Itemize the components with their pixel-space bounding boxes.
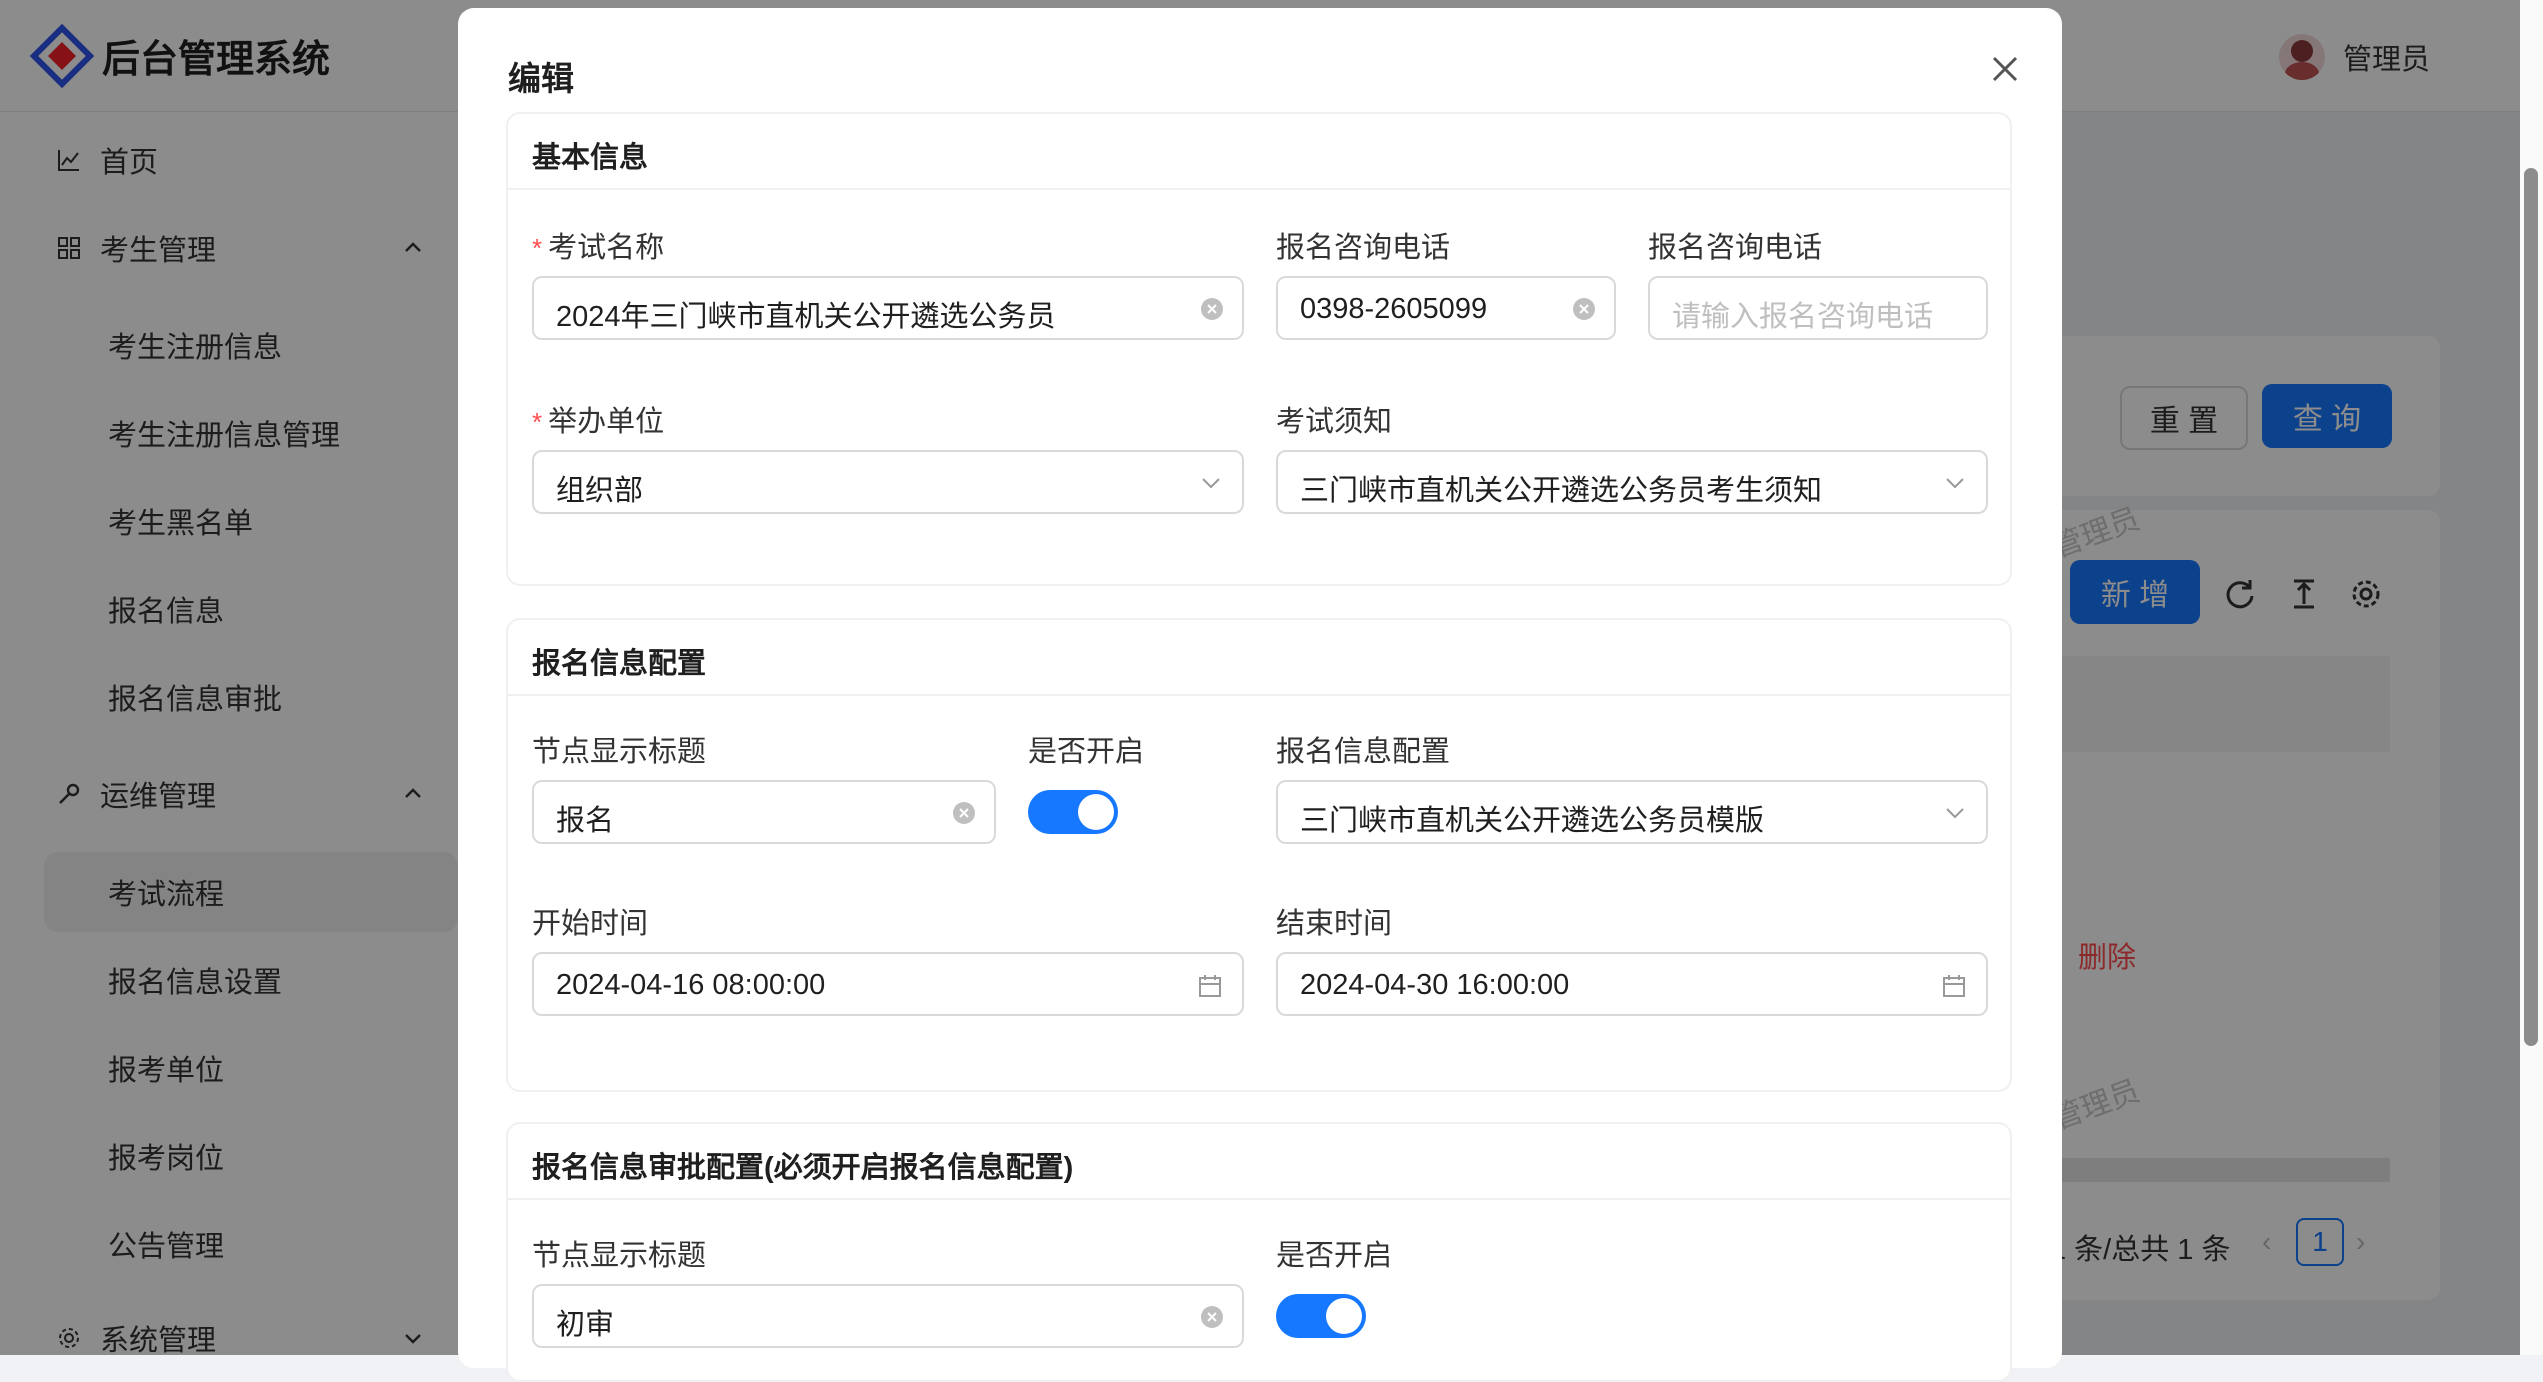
approval-enabled-label: 是否开启 — [1276, 1240, 1393, 1272]
notice-label: 考试须知 — [1276, 406, 1393, 438]
end-time-value: 2024-04-30 16:00:00 — [1300, 969, 1570, 1001]
notice-value: 三门峡市直机关公开遴选公务员考生须知 — [1300, 475, 1823, 507]
chevron-down-icon — [1946, 478, 1964, 489]
start-time-value: 2024-04-16 08:00:00 — [556, 969, 826, 1001]
end-time-picker[interactable]: 2024-04-30 16:00:00 — [1276, 952, 1988, 1016]
section-title-text: 报名信息配置 — [532, 648, 707, 680]
chevron-down-icon — [1946, 808, 1964, 819]
phone2-label: 报名咨询电话 — [1648, 232, 1823, 264]
chevron-down-icon — [1202, 478, 1220, 489]
approval-node-title-input[interactable]: 初审 — [532, 1284, 1244, 1348]
signup-enabled-switch[interactable] — [1028, 790, 1118, 834]
switch-knob — [1326, 1298, 1362, 1334]
approval-node-title-value: 初审 — [556, 1309, 615, 1341]
exam-name-input[interactable]: 2024年三门峡市直机关公开遴选公务员 — [532, 276, 1244, 340]
signup-enabled-label: 是否开启 — [1028, 736, 1145, 768]
clear-icon[interactable] — [1200, 1305, 1224, 1329]
org-select[interactable]: 组织部 — [532, 450, 1244, 514]
section-approval-config: 报名信息审批配置(必须开启报名信息配置) 节点显示标题 初审 是否开启 — [506, 1122, 2012, 1382]
exam-name-label: * 考试名称 — [532, 232, 665, 264]
section-title: 报名信息配置 — [508, 620, 2010, 696]
close-icon[interactable] — [1986, 50, 2024, 88]
edit-modal: 编辑 基本信息 * 考试名称 2024年三门峡市直机关公开遴选公务员 报名咨询电话… — [458, 8, 2062, 1382]
section-basic-info: 基本信息 * 考试名称 2024年三门峡市直机关公开遴选公务员 报名咨询电话 03… — [506, 112, 2012, 586]
clear-icon[interactable] — [1200, 297, 1224, 321]
notice-select[interactable]: 三门峡市直机关公开遴选公务员考生须知 — [1276, 450, 1988, 514]
start-time-picker[interactable]: 2024-04-16 08:00:00 — [532, 952, 1244, 1016]
section-signup-config: 报名信息配置 节点显示标题 报名 是否开启 报名信息配置 三门峡市直机关公开遴选… — [506, 618, 2012, 1092]
clear-icon[interactable] — [952, 801, 976, 825]
section-title-text: 报名信息审批配置(必须开启报名信息配置) — [532, 1152, 1074, 1184]
signup-config-value: 三门峡市直机关公开遴选公务员模版 — [1300, 805, 1765, 837]
approval-enabled-switch[interactable] — [1276, 1294, 1366, 1338]
section-title-text: 基本信息 — [532, 142, 649, 174]
end-time-label: 结束时间 — [1276, 908, 1393, 940]
org-value: 组织部 — [556, 475, 644, 507]
org-label: * 举办单位 — [532, 406, 665, 438]
switch-knob — [1078, 794, 1114, 830]
phone1-value: 0398-2605099 — [1300, 293, 1488, 325]
clear-icon[interactable] — [1572, 297, 1596, 321]
signup-config-select[interactable]: 三门峡市直机关公开遴选公务员模版 — [1276, 780, 1988, 844]
start-time-label: 开始时间 — [532, 908, 649, 940]
phone1-input[interactable]: 0398-2605099 — [1276, 276, 1616, 340]
approval-node-title-label: 节点显示标题 — [532, 1240, 707, 1272]
signup-node-title-input[interactable]: 报名 — [532, 780, 996, 844]
signup-node-title-label: 节点显示标题 — [532, 736, 707, 768]
section-title: 基本信息 — [508, 114, 2010, 190]
calendar-icon — [1199, 975, 1221, 997]
page-scrollbar-thumb[interactable] — [2524, 168, 2538, 1046]
section-title: 报名信息审批配置(必须开启报名信息配置) — [508, 1124, 2010, 1200]
phone1-label: 报名咨询电话 — [1276, 232, 1451, 264]
phone2-input[interactable]: 请输入报名咨询电话 — [1648, 276, 1988, 340]
phone2-placeholder: 请输入报名咨询电话 — [1672, 301, 1934, 333]
calendar-icon — [1943, 975, 1965, 997]
signup-config-label: 报名信息配置 — [1276, 736, 1451, 768]
exam-name-value: 2024年三门峡市直机关公开遴选公务员 — [556, 301, 1056, 333]
modal-title: 编辑 — [508, 60, 574, 97]
signup-node-title-value: 报名 — [556, 805, 615, 837]
